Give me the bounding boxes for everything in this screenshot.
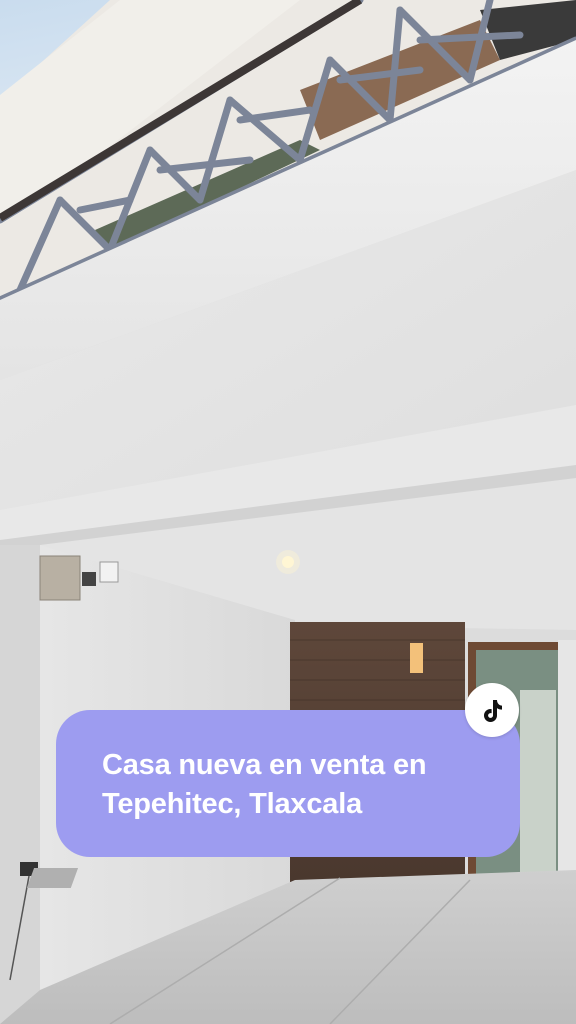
house-facade-photo <box>0 0 576 1024</box>
tiktok-icon <box>484 700 502 722</box>
caption-card: Casa nueva en venta en Tepehitec, Tlaxca… <box>56 710 520 857</box>
caption-text: Casa nueva en venta en Tepehitec, Tlaxca… <box>102 749 427 820</box>
tiktok-badge[interactable] <box>465 683 519 737</box>
